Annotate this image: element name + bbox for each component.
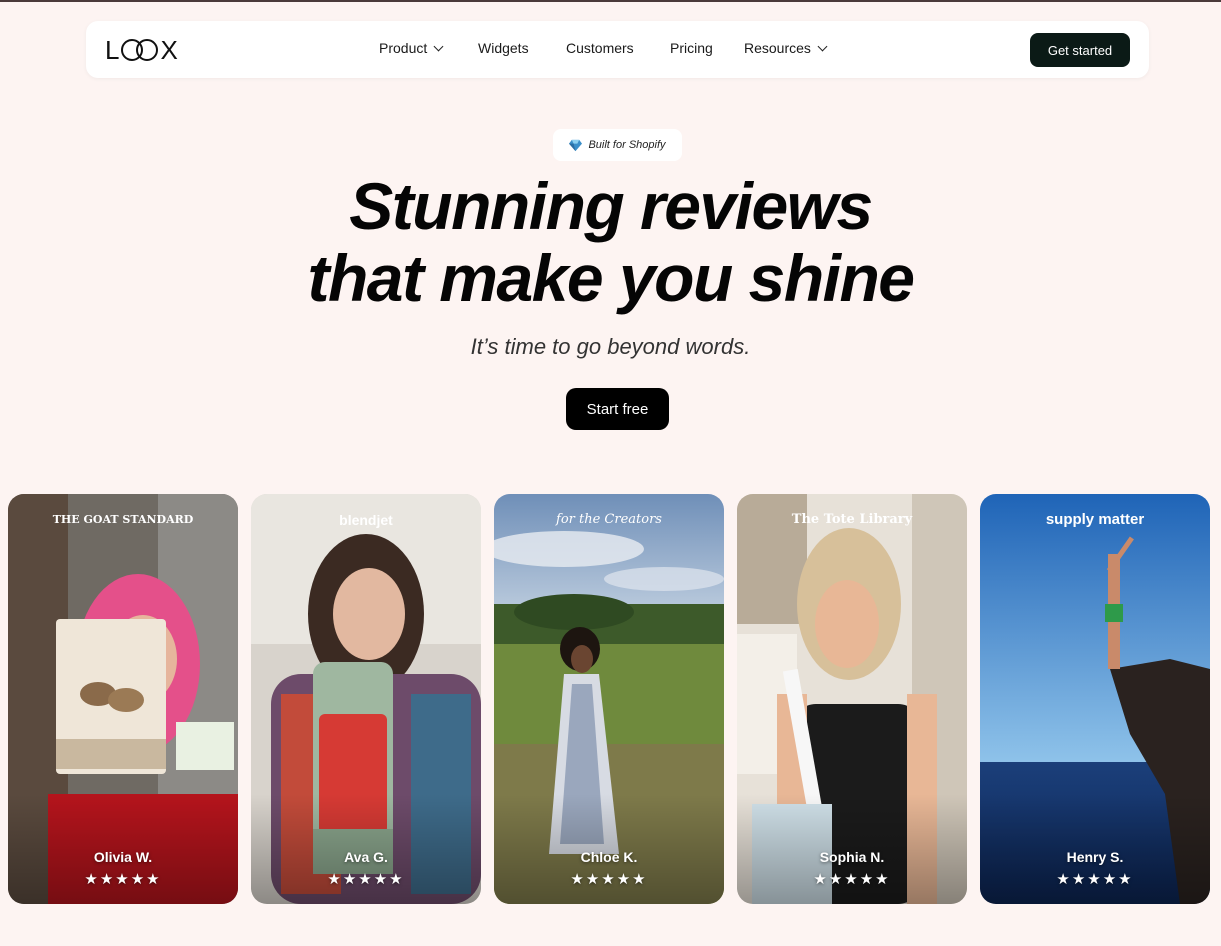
reviewer-name: Henry S. — [1066, 849, 1124, 865]
star-rating: ★★★★★ — [84, 871, 162, 888]
review-card[interactable]: The Tote Library Sophia N. ★★★★★ — [737, 494, 967, 904]
chevron-down-icon — [433, 41, 444, 51]
brand-logo: THE GOAT STANDARD — [52, 513, 194, 526]
star-rating: ★★★★★ — [570, 871, 648, 888]
start-free-button[interactable]: Start free — [566, 388, 669, 430]
diamond-icon — [569, 139, 583, 151]
reviewer-name: Olivia W. — [93, 849, 153, 865]
brand-logo: supply matter — [1045, 511, 1145, 528]
star-rating: ★★★★★ — [813, 871, 891, 888]
nav-pricing[interactable]: Pricing — [670, 40, 713, 56]
nav-product[interactable]: Product — [379, 40, 444, 56]
brand-logo: The Tote Library — [791, 512, 913, 527]
main-navbar: L X Product Widgets Customers Pricing Re… — [86, 21, 1149, 78]
chevron-down-icon — [817, 41, 828, 51]
review-card[interactable]: blendjet Ava G. ★★★★★ — [251, 494, 481, 904]
nav-customers[interactable]: Customers — [566, 40, 634, 56]
nav-widgets[interactable]: Widgets — [478, 40, 529, 56]
review-card[interactable]: supply matter Henry S. ★★★★★ — [980, 494, 1210, 904]
reviewer-name: Sophia N. — [819, 849, 885, 865]
brand-logo: blendjet — [339, 512, 393, 528]
top-border — [0, 0, 1221, 2]
review-card[interactable]: THE GOAT STANDARD Olivia W. ★★★★★ — [8, 494, 238, 904]
star-rating: ★★★★★ — [1056, 871, 1134, 888]
reviewer-name: Ava G. — [344, 849, 388, 865]
hero-subheadline: It’s time to go beyond words. — [470, 334, 751, 359]
hero-headline: Stunning reviews that make you shine — [307, 169, 915, 315]
nav-resources[interactable]: Resources — [744, 40, 828, 56]
get-started-button[interactable]: Get started — [1030, 33, 1130, 67]
reviewer-name: Chloe K. — [580, 849, 638, 865]
review-card[interactable]: for the Creators Chloe K. ★★★★★ — [494, 494, 724, 904]
star-rating: ★★★★★ — [327, 871, 405, 888]
brand-logo: for the Creators — [556, 512, 662, 527]
shopify-badge: Built for Shopify — [553, 129, 682, 161]
